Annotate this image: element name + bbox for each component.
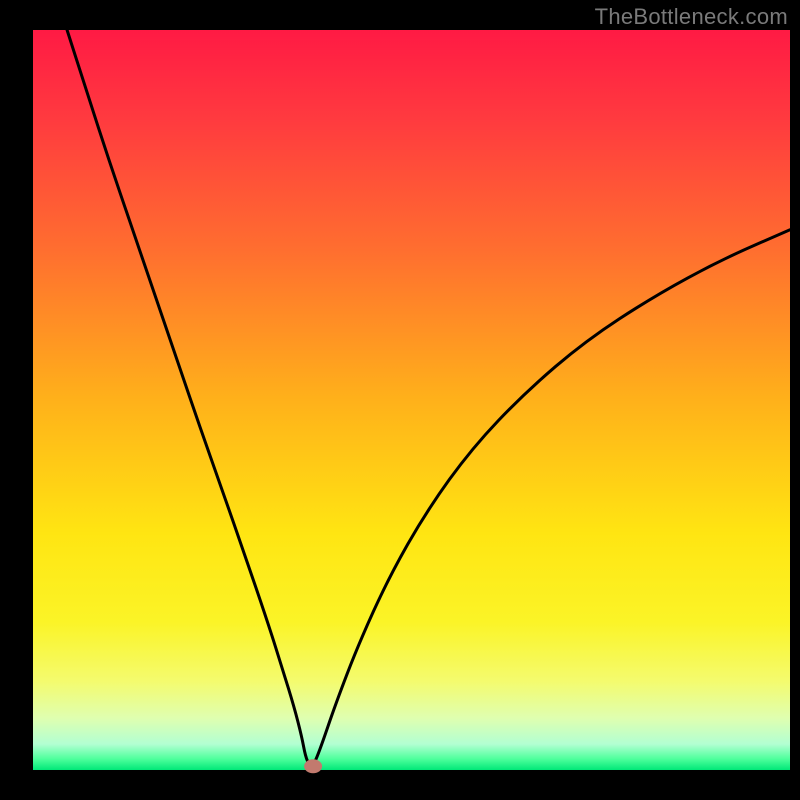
optimum-marker bbox=[304, 759, 322, 773]
chart-container: TheBottleneck.com bbox=[0, 0, 800, 800]
plot-area bbox=[33, 30, 790, 770]
watermark-text: TheBottleneck.com bbox=[595, 4, 788, 30]
bottleneck-chart bbox=[0, 0, 800, 800]
